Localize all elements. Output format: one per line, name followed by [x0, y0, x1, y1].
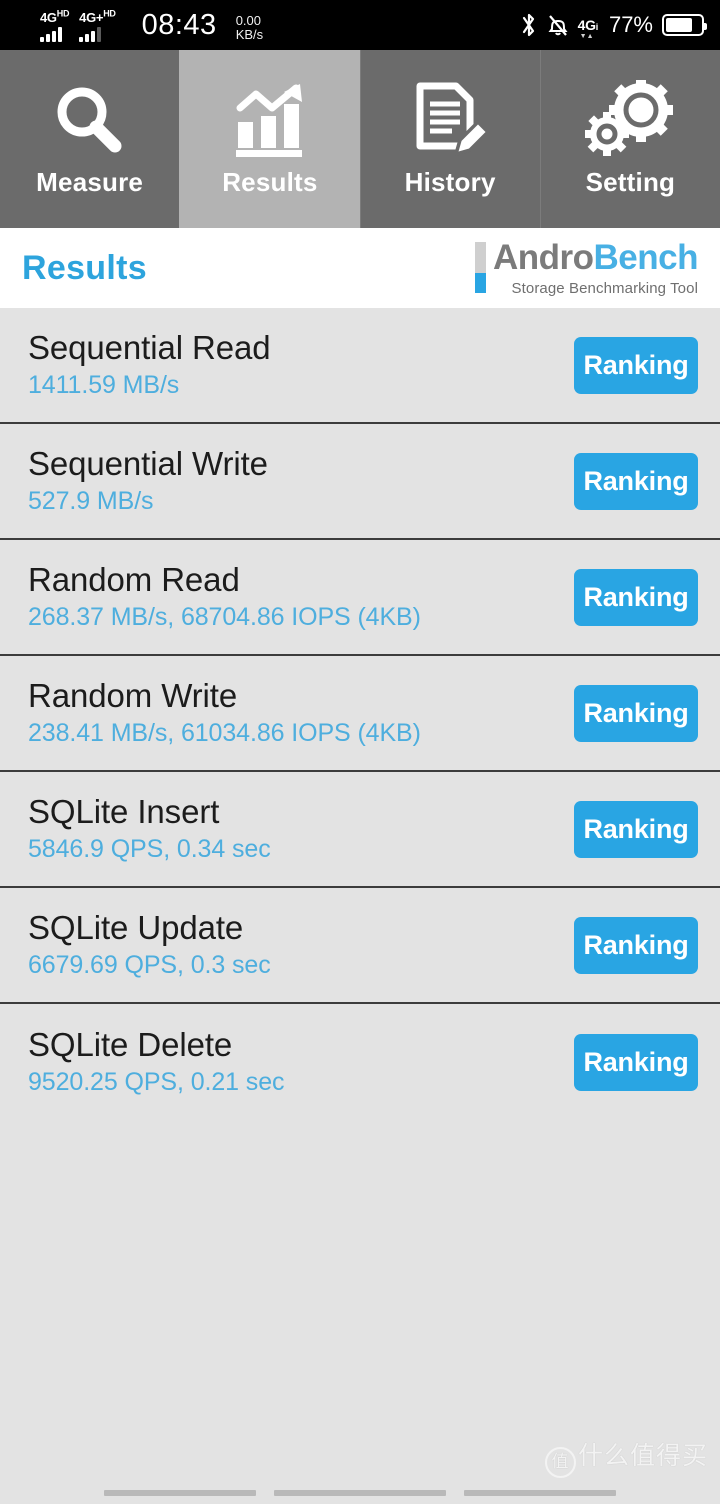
- result-text: SQLite Update 6679.69 QPS, 0.3 sec: [28, 908, 271, 981]
- result-text: SQLite Delete 9520.25 QPS, 0.21 sec: [28, 1025, 285, 1098]
- ranking-button[interactable]: Ranking: [574, 916, 698, 974]
- network-speed-unit: KB/s: [235, 26, 264, 42]
- table-row[interactable]: Sequential Write 527.9 MB/s Ranking: [0, 424, 720, 540]
- gears-icon: [585, 79, 675, 163]
- results-list: Sequential Read 1411.59 MB/s Ranking Seq…: [0, 308, 720, 1120]
- signal-sim2-bars: [79, 26, 102, 42]
- result-value: 527.9 MB/s: [28, 487, 154, 516]
- tab-measure[interactable]: Measure: [0, 50, 179, 228]
- bar-chart-trend-icon: [228, 81, 312, 163]
- main-tab-bar: Measure Results History Setting: [0, 50, 720, 228]
- result-value: 1411.59 MB/s: [28, 371, 180, 400]
- tab-history[interactable]: History: [359, 50, 540, 228]
- data-transfer-arrows-icon: ▼▲: [579, 33, 594, 40]
- result-text: SQLite Insert 5846.9 QPS, 0.34 sec: [28, 792, 271, 865]
- ranking-button[interactable]: Ranking: [574, 568, 698, 626]
- nav-home-gesture-bar[interactable]: [274, 1490, 446, 1496]
- result-value: 5846.9 QPS, 0.34 sec: [28, 835, 271, 864]
- status-bar-clock: 08:43: [141, 8, 217, 41]
- result-value: 9520.25 QPS, 0.21 sec: [28, 1068, 285, 1097]
- page-header: Results AndroBench Storage Benchmarking …: [0, 228, 720, 308]
- battery-icon: [662, 14, 707, 36]
- watermark: 值什么值得买: [544, 1436, 708, 1478]
- signal-sim2-label: 4G+HD: [79, 8, 116, 25]
- logo-tagline: Storage Benchmarking Tool: [511, 279, 698, 297]
- battery-percent-label: 77%: [608, 12, 653, 37]
- result-name: Random Write: [28, 676, 238, 714]
- logo-wordmark: AndroBench: [492, 237, 699, 277]
- result-value: 6679.69 QPS, 0.3 sec: [28, 951, 271, 980]
- result-text: Random Write 238.41 MB/s, 61034.86 IOPS …: [28, 676, 421, 749]
- ranking-button[interactable]: Ranking: [574, 800, 698, 858]
- tab-results-label: Results: [222, 166, 318, 197]
- table-row[interactable]: SQLite Update 6679.69 QPS, 0.3 sec Ranki…: [0, 888, 720, 1004]
- result-name: SQLite Insert: [28, 792, 220, 830]
- nav-recents-gesture-bar[interactable]: [464, 1490, 616, 1496]
- signal-sim1-label: 4GHD: [40, 8, 70, 25]
- result-text: Sequential Read 1411.59 MB/s: [28, 328, 271, 401]
- bluetooth-icon: [520, 12, 538, 38]
- ranking-button[interactable]: Ranking: [574, 452, 698, 510]
- tab-measure-label: Measure: [36, 166, 144, 197]
- status-bar-left: 4GHD 4G+HD 08:43 0.00 KB/s: [40, 9, 263, 42]
- tab-results[interactable]: Results: [179, 50, 360, 228]
- signal-indicator-sim2: 4G+HD: [79, 8, 116, 42]
- result-text: Sequential Write 527.9 MB/s: [28, 444, 268, 517]
- tab-setting-label: Setting: [585, 166, 676, 197]
- mobile-data-icon: 4Gi ▼▲: [577, 17, 599, 40]
- table-row[interactable]: Random Read 268.37 MB/s, 68704.86 IOPS (…: [0, 540, 720, 656]
- tab-history-label: History: [404, 166, 496, 197]
- status-bar-right: 4Gi ▼▲ 77%: [520, 12, 707, 40]
- status-bar: 4GHD 4G+HD 08:43 0.00 KB/s 4Gi ▼▲ 77%: [0, 0, 720, 50]
- network-speed-value: 0.00: [235, 13, 261, 29]
- result-name: SQLite Delete: [28, 1025, 233, 1063]
- signal-sim1-bars: [40, 26, 62, 42]
- document-pencil-icon: [408, 81, 492, 163]
- page-title: Results: [22, 248, 147, 287]
- watermark-text: 什么值得买: [577, 1442, 708, 1470]
- magnifier-icon: [48, 81, 132, 163]
- result-name: Sequential Read: [28, 328, 271, 366]
- watermark-seal-icon: 值: [544, 1447, 576, 1478]
- network-speed-indicator: 0.00 KB/s: [236, 14, 263, 41]
- signal-indicator-sim1: 4GHD: [40, 8, 70, 42]
- table-row[interactable]: Sequential Read 1411.59 MB/s Ranking: [0, 308, 720, 424]
- nav-back-gesture-bar[interactable]: [104, 1490, 256, 1496]
- logo-text: AndroBench Storage Benchmarking Tool: [492, 237, 699, 297]
- logo-bar-icon: [474, 241, 486, 293]
- tab-setting[interactable]: Setting: [539, 50, 720, 228]
- logo-wordmark-bench: Bench: [593, 237, 699, 277]
- table-row[interactable]: SQLite Delete 9520.25 QPS, 0.21 sec Rank…: [0, 1004, 720, 1120]
- result-name: Random Read: [28, 560, 240, 598]
- table-row[interactable]: SQLite Insert 5846.9 QPS, 0.34 sec Ranki…: [0, 772, 720, 888]
- ranking-button[interactable]: Ranking: [574, 684, 698, 742]
- result-name: Sequential Write: [28, 444, 268, 482]
- app-root: 4GHD 4G+HD 08:43 0.00 KB/s 4Gi ▼▲ 77% Me…: [0, 0, 720, 1504]
- table-row[interactable]: Random Write 238.41 MB/s, 61034.86 IOPS …: [0, 656, 720, 772]
- result-name: SQLite Update: [28, 908, 244, 946]
- logo-wordmark-andro: Andro: [492, 237, 594, 277]
- result-value: 238.41 MB/s, 61034.86 IOPS (4KB): [28, 719, 421, 748]
- result-text: Random Read 268.37 MB/s, 68704.86 IOPS (…: [28, 560, 421, 633]
- ranking-button[interactable]: Ranking: [574, 1033, 698, 1091]
- bell-muted-icon: [547, 12, 569, 38]
- system-navigation-bar: [0, 1482, 720, 1504]
- ranking-button[interactable]: Ranking: [574, 336, 698, 394]
- androbench-logo: AndroBench Storage Benchmarking Tool: [474, 237, 699, 297]
- result-value: 268.37 MB/s, 68704.86 IOPS (4KB): [28, 603, 421, 632]
